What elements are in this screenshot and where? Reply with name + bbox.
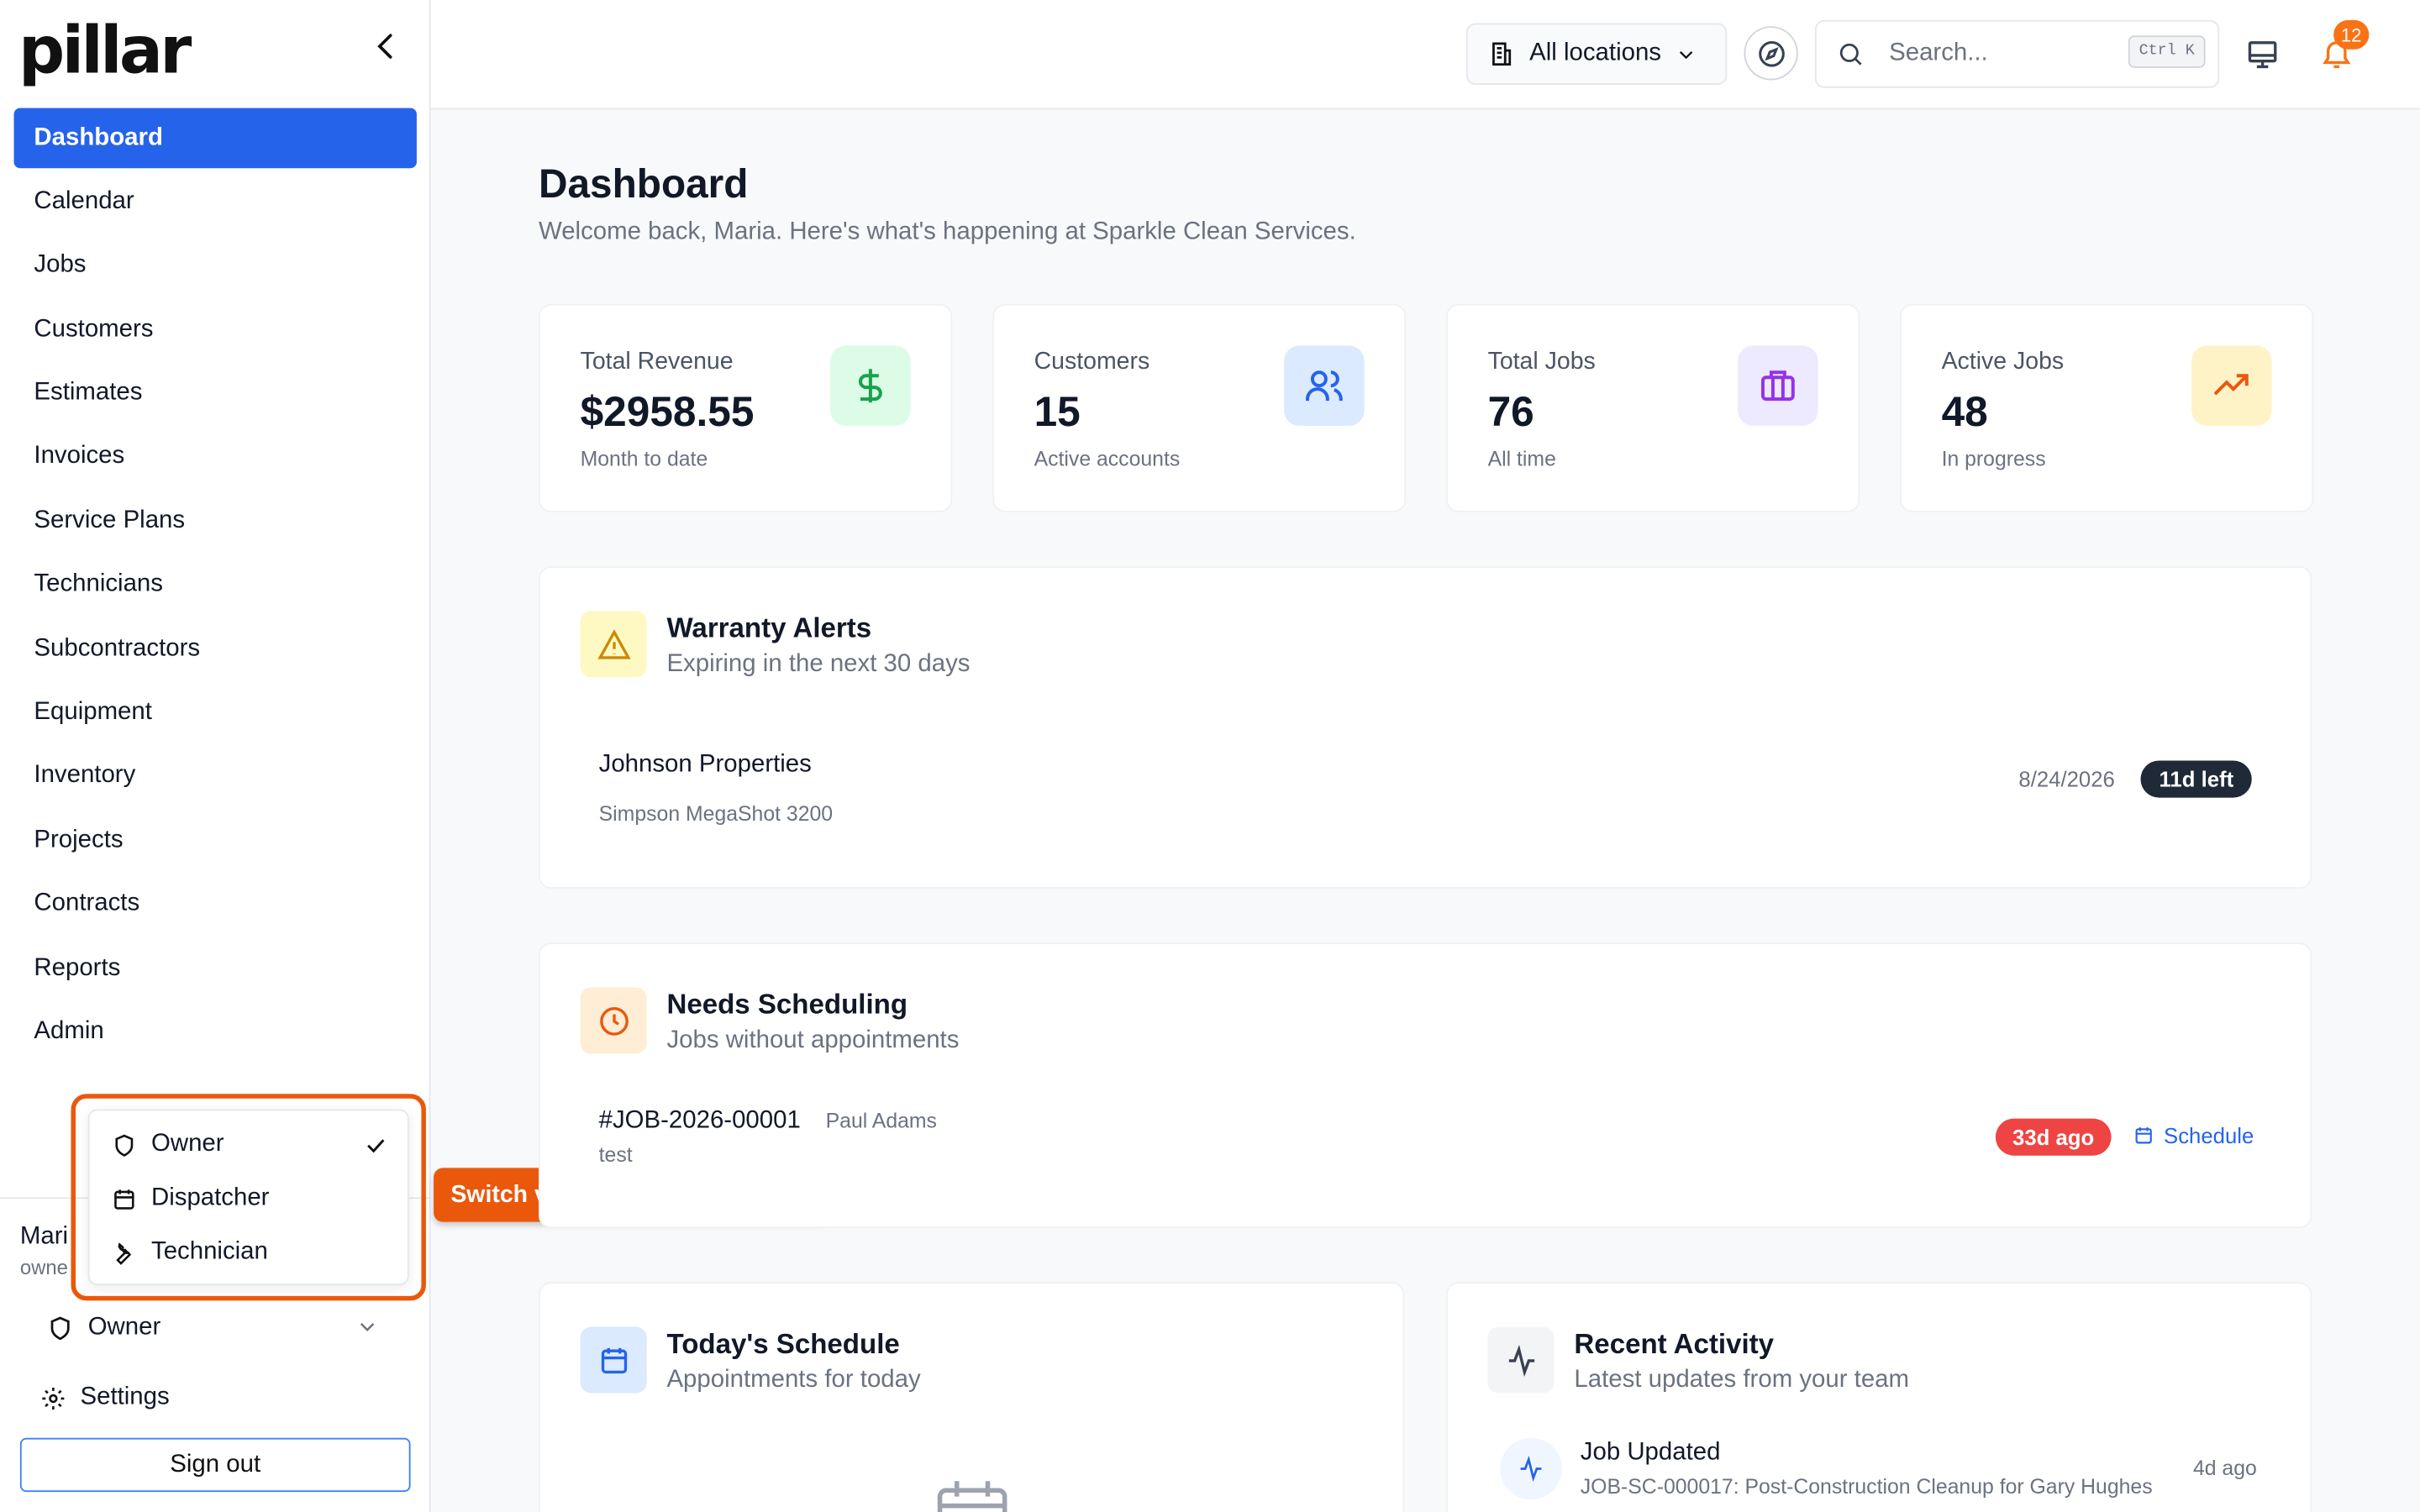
warranty-date: 8/24/2026 xyxy=(2018,766,2115,792)
notification-count-badge: 12 xyxy=(2333,19,2370,50)
card-title: Needs Scheduling xyxy=(666,989,908,1021)
user-email: owne xyxy=(19,1256,68,1279)
sidebar-item-calendar[interactable]: Calendar xyxy=(14,172,417,233)
clock-icon xyxy=(580,987,647,1054)
user-name: Mari xyxy=(19,1223,69,1250)
stat-label: Customers xyxy=(1034,349,1150,375)
role-select-label: Owner xyxy=(87,1314,161,1341)
page-subtitle: Welcome back, Maria. Here's what's happe… xyxy=(539,218,1356,246)
users-icon xyxy=(1284,345,1365,426)
days-left-badge: 11d left xyxy=(2140,760,2253,798)
card-subtitle: Appointments for today xyxy=(666,1367,921,1394)
sidebar-item-technicians[interactable]: Technicians xyxy=(14,555,417,616)
sidebar-nav: Dashboard Calendar Jobs Customers Estimates I… xyxy=(13,108,417,1066)
stat-value: 15 xyxy=(1034,388,1081,435)
age-badge: 33d ago xyxy=(1995,1118,2112,1156)
settings-label: Settings xyxy=(80,1383,170,1410)
search-icon xyxy=(1839,43,1862,66)
sidebar-item-contracts[interactable]: Contracts xyxy=(14,874,417,935)
activity-icon xyxy=(1487,1326,1555,1394)
card-subtitle: Jobs without appointments xyxy=(666,1027,960,1054)
sidebar-item-inventory[interactable]: Inventory xyxy=(14,747,417,807)
stat-value: 76 xyxy=(1487,388,1534,435)
collapse-sidebar-icon[interactable] xyxy=(367,28,404,65)
stat-sub: Month to date xyxy=(580,447,708,471)
shortcut-hint: Ctrl K xyxy=(2128,35,2206,68)
card-title: Warranty Alerts xyxy=(666,612,872,643)
stat-value: $2958.55 xyxy=(580,388,755,435)
activity-title[interactable]: Job Updated xyxy=(1581,1440,1721,1467)
sidebar-item-invoices[interactable]: Invoices xyxy=(14,428,417,488)
warning-icon xyxy=(580,611,647,678)
card-title: Recent Activity xyxy=(1574,1328,1775,1360)
calendar-icon xyxy=(580,1326,647,1394)
settings-link[interactable]: Settings xyxy=(40,1384,170,1412)
sidebar-item-subcontractors[interactable]: Subcontractors xyxy=(14,619,417,680)
stat-sub: In progress xyxy=(1941,447,2046,471)
sidebar-item-reports[interactable]: Reports xyxy=(14,938,417,999)
calendar-icon xyxy=(2135,1127,2152,1144)
schedule-button[interactable]: Schedule xyxy=(2133,1123,2254,1148)
stat-sub: Active accounts xyxy=(1034,447,1181,471)
highlight-outline xyxy=(71,1094,426,1301)
job-id-link[interactable]: #JOB-2026-00001 xyxy=(599,1108,801,1136)
chevron-down-icon xyxy=(1680,50,1693,59)
job-customer: Paul Adams xyxy=(825,1109,937,1133)
sidebar-item-admin[interactable]: Admin xyxy=(14,1002,417,1063)
role-select[interactable]: Owner xyxy=(46,1309,392,1349)
app-logo[interactable]: pillar xyxy=(18,13,192,88)
sidebar-item-dashboard[interactable]: Dashboard xyxy=(13,108,417,169)
app-root: pillar Dashboard Calendar Jobs Customers Est… xyxy=(0,0,2420,1512)
todays-schedule-card: Today's Schedule Appointments for today xyxy=(539,1282,1405,1512)
stat-label: Active Jobs xyxy=(1941,349,2065,375)
stat-card-total-jobs: Total Jobs 76 All time xyxy=(1445,303,1860,512)
location-selector[interactable]: All locations xyxy=(1465,23,1728,86)
dollar-icon xyxy=(830,345,911,426)
sign-out-button[interactable]: Sign out xyxy=(19,1437,411,1493)
trending-up-icon xyxy=(2191,345,2272,426)
chevron-down-icon xyxy=(360,1323,375,1331)
empty-calendar-icon xyxy=(937,1481,1007,1512)
search-input[interactable] xyxy=(1889,39,2106,68)
card-title: Today's Schedule xyxy=(666,1328,900,1360)
warranty-alerts-card: Warranty Alerts Expiring in the next 30 … xyxy=(539,566,2312,889)
schedule-label: Schedule xyxy=(2164,1123,2254,1148)
compass-button[interactable] xyxy=(1744,26,1798,81)
gear-icon xyxy=(42,1387,65,1410)
stat-label: Total Jobs xyxy=(1487,349,1596,375)
card-subtitle: Expiring in the next 30 days xyxy=(666,651,971,678)
shield-icon xyxy=(50,1316,70,1341)
building-icon xyxy=(1492,42,1512,66)
recent-activity-card: Recent Activity Latest updates from your… xyxy=(1445,1282,2312,1512)
needs-scheduling-card: Needs Scheduling Jobs without appointmen… xyxy=(539,942,2312,1229)
sidebar-item-service-plans[interactable]: Service Plans xyxy=(14,491,417,552)
warranty-customer[interactable]: Johnson Properties xyxy=(599,751,812,779)
stat-card-active-jobs: Active Jobs 48 In progress xyxy=(1899,303,2314,512)
monitor-icon[interactable] xyxy=(2245,37,2279,71)
sidebar-item-estimates[interactable]: Estimates xyxy=(14,364,417,424)
activity-item-icon xyxy=(1500,1437,1562,1500)
sidebar-item-projects[interactable]: Projects xyxy=(14,811,417,871)
sidebar-item-customers[interactable]: Customers xyxy=(14,300,417,360)
activity-time: 4d ago xyxy=(2192,1456,2257,1480)
card-subtitle: Latest updates from your team xyxy=(1574,1367,1909,1394)
page-title: Dashboard xyxy=(539,160,749,207)
activity-detail: JOB-SC-000017: Post-Construction Cleanup… xyxy=(1580,1474,2153,1499)
briefcase-icon xyxy=(1738,345,1818,426)
stat-sub: All time xyxy=(1487,447,1556,471)
compass-icon xyxy=(1758,40,1784,66)
stat-card-customers: Customers 15 Active accounts xyxy=(992,303,1407,512)
stat-value: 48 xyxy=(1941,388,1988,435)
stat-card-revenue: Total Revenue $2958.55 Month to date xyxy=(539,303,953,512)
location-label: All locations xyxy=(1529,39,1661,66)
stat-label: Total Revenue xyxy=(580,349,734,375)
sidebar-item-equipment[interactable]: Equipment xyxy=(14,683,417,743)
sidebar-item-jobs[interactable]: Jobs xyxy=(14,236,417,297)
job-note: test xyxy=(598,1142,633,1167)
warranty-equipment: Simpson MegaShot 3200 xyxy=(598,802,834,826)
search-box[interactable]: Ctrl K xyxy=(1814,19,2220,88)
